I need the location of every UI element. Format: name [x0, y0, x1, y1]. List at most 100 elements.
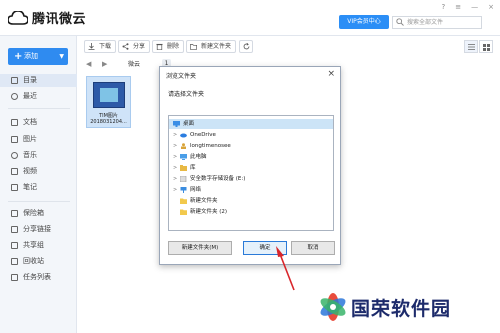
sidebar-item-safe[interactable]: 保险箱 — [0, 207, 77, 220]
weiyun-cloud-icon — [8, 10, 28, 25]
sidebar-item-images[interactable]: 图片 — [0, 133, 77, 146]
share-link-icon — [11, 226, 18, 233]
expand-arrow-icon[interactable]: > — [173, 141, 177, 151]
tree-item-label: 新建文件夹 — [190, 198, 218, 204]
sidebar-item-label: 笔记 — [23, 183, 37, 191]
folder-tree: 桌面 > OneDrive > longtimenosee > 此电脑 > 库 … — [168, 115, 334, 231]
search-input[interactable]: 搜索全部文件 — [392, 16, 482, 29]
tree-item-label: 网络 — [190, 187, 202, 193]
sidebar-item-label: 目录 — [23, 76, 37, 84]
sidebar-item-task-list[interactable]: 任务列表 — [0, 271, 77, 284]
share-group-icon — [11, 242, 18, 249]
sidebar-item-label: 最近 — [23, 92, 37, 100]
plus-icon: + — [14, 51, 23, 62]
add-button-label: 添加 — [24, 52, 38, 60]
download-button[interactable]: 下载 — [84, 40, 117, 53]
annotation-arrow-icon — [276, 246, 295, 291]
sidebar-item-share-link[interactable]: 分享链接 — [0, 223, 77, 236]
sidebar-item-recent[interactable]: 最近 — [0, 90, 77, 103]
sidebar-item-label: 文档 — [23, 118, 37, 126]
refresh-icon — [243, 43, 250, 50]
music-icon — [11, 152, 18, 159]
share-label: 分享 — [133, 43, 146, 50]
expand-arrow-icon[interactable]: > — [173, 130, 177, 140]
close-button[interactable]: × — [488, 3, 494, 11]
clock-icon — [11, 93, 18, 100]
user-icon — [181, 143, 186, 149]
tree-item-new-folder[interactable]: 新建文件夹 — [169, 196, 333, 206]
sidebar-item-music[interactable]: 音乐 — [0, 149, 77, 162]
tree-item-this-pc[interactable]: > 此电脑 — [169, 152, 333, 162]
sidebar-item-label: 分享链接 — [23, 225, 51, 233]
sidebar-item-directory[interactable]: 目录 — [0, 74, 77, 87]
tree-item-label: longtimenosee — [190, 143, 231, 149]
sidebar-divider — [8, 108, 70, 109]
directory-icon — [11, 77, 18, 84]
tree-item-network[interactable]: > 网络 — [169, 185, 333, 195]
toolbar: 下载 分享 删除 新建文件夹 — [78, 36, 500, 56]
expand-arrow-icon[interactable]: > — [173, 185, 177, 195]
window-controls: ? ≡ — × — [442, 3, 494, 11]
sidebar-divider — [8, 201, 70, 202]
sidebar-item-documents[interactable]: 文档 — [0, 116, 77, 129]
delete-label: 删除 — [167, 43, 180, 50]
refresh-button[interactable] — [239, 40, 253, 53]
sidebar-item-label: 回收站 — [23, 257, 44, 265]
library-icon — [180, 165, 187, 171]
tree-item-onedrive[interactable]: > OneDrive — [169, 130, 333, 140]
tree-item-label: 此电脑 — [190, 154, 207, 160]
grid-view-button[interactable] — [479, 40, 493, 53]
tree-item-user[interactable]: > longtimenosee — [169, 141, 333, 151]
desktop-icon — [173, 121, 180, 127]
tree-item-sd-card[interactable]: > 安全数字存储设备 (E:) — [169, 174, 333, 184]
delete-button[interactable]: 删除 — [152, 40, 185, 53]
sidebar-item-recycle-bin[interactable]: 回收站 — [0, 255, 77, 268]
cloud-icon — [180, 133, 187, 138]
dialog-new-folder-button[interactable]: 新建文件夹(M) — [168, 241, 232, 255]
file-thumbnail — [93, 82, 125, 108]
file-name-secondary: 2018031204... — [90, 119, 127, 125]
sidebar-item-video[interactable]: 视频 — [0, 165, 77, 178]
help-button[interactable]: ? — [442, 3, 446, 11]
file-name: TIM图片 — [99, 113, 118, 119]
expand-arrow-icon[interactable]: > — [173, 163, 177, 173]
vip-center-button[interactable]: VIP会员中心 — [339, 15, 389, 29]
expand-arrow-icon[interactable]: > — [173, 174, 177, 184]
sidebar-item-label: 图片 — [23, 135, 37, 143]
sidebar-item-notes[interactable]: 笔记 — [0, 181, 77, 194]
document-icon — [11, 119, 18, 126]
sidebar-item-label: 视频 — [23, 167, 37, 175]
tree-item-desktop[interactable]: 桌面 — [169, 119, 333, 129]
app-title: 腾讯微云 — [32, 12, 87, 27]
tree-item-label: 新建文件夹 (2) — [190, 209, 228, 215]
new-folder-button[interactable]: 新建文件夹 — [186, 40, 237, 53]
expand-arrow-icon[interactable]: > — [173, 152, 177, 162]
breadcrumb-root[interactable]: 微云 — [128, 59, 140, 68]
video-icon — [11, 168, 18, 175]
sidebar: + 添加 ▼ 目录 最近 文档 图片 音乐 视频 笔记 保险箱 分享链接 共享组… — [0, 36, 77, 333]
back-arrow-icon[interactable]: ◀ — [86, 60, 96, 70]
folder-plus-icon — [190, 44, 197, 50]
share-button[interactable]: 分享 — [118, 40, 151, 53]
top-bar: 腾讯微云 VIP会员中心 搜索全部文件 ? ≡ — × — [0, 0, 500, 36]
watermark: 国荣软件园 — [303, 284, 500, 333]
sidebar-item-label: 任务列表 — [23, 273, 51, 281]
sidebar-item-share-group[interactable]: 共享组 — [0, 239, 77, 252]
dialog-close-icon[interactable]: × — [327, 69, 335, 79]
file-item[interactable]: TIM图片 2018031204... — [86, 76, 131, 128]
recycle-bin-icon — [11, 258, 18, 265]
computer-icon — [180, 154, 187, 160]
list-view-button[interactable] — [464, 40, 478, 53]
add-button[interactable]: + 添加 ▼ — [8, 48, 68, 65]
tree-item-label: 安全数字存储设备 (E:) — [190, 176, 246, 182]
forward-arrow-icon[interactable]: ▶ — [102, 60, 112, 70]
chevron-down-icon: ▼ — [59, 53, 64, 60]
tree-item-library[interactable]: > 库 — [169, 163, 333, 173]
browse-folder-dialog: 浏览文件夹 × 请选择文件夹 桌面 > OneDrive > longtimen… — [159, 66, 341, 265]
grid-view-icon — [483, 44, 490, 51]
search-icon — [396, 18, 404, 26]
minimize-button[interactable]: — — [471, 3, 478, 11]
tree-item-new-folder-2[interactable]: 新建文件夹 (2) — [169, 207, 333, 217]
menu-button[interactable]: ≡ — [455, 3, 461, 11]
image-icon — [11, 136, 18, 143]
